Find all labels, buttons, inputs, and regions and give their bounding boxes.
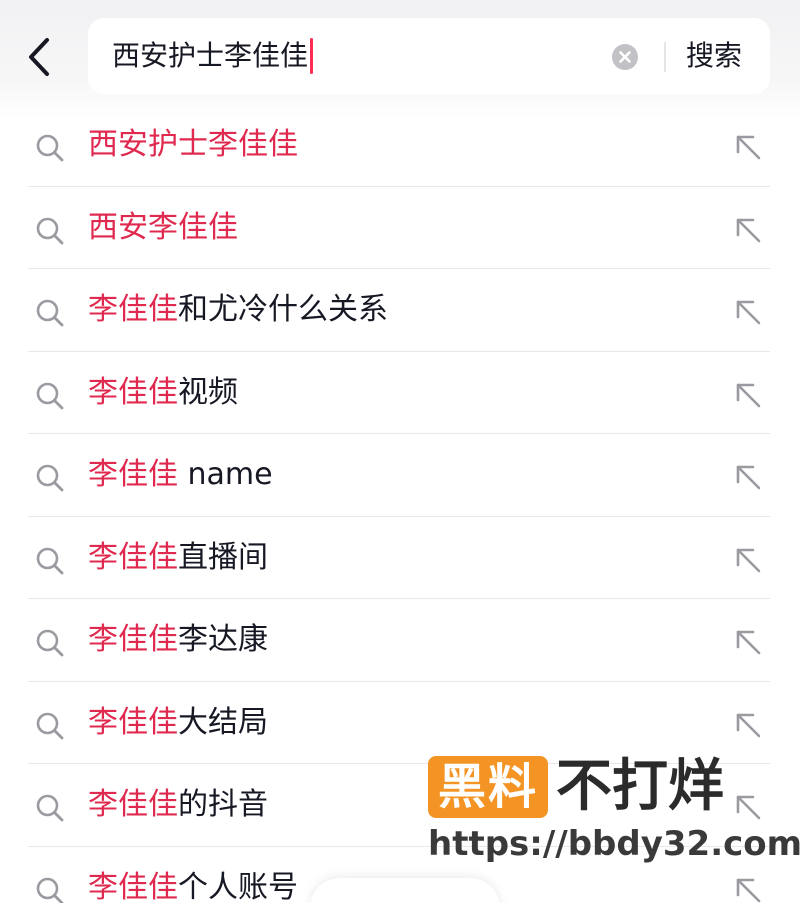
fill-query-button[interactable] xyxy=(732,874,764,903)
suggestion-rest: name xyxy=(178,457,273,492)
arrow-up-left-icon xyxy=(736,300,761,325)
arrow-up-left-icon xyxy=(736,713,761,737)
fill-query-button[interactable] xyxy=(732,709,764,741)
search-box[interactable]: 西安护士李佳佳 搜索 xyxy=(88,18,770,94)
suggestion-highlight: 李佳佳 xyxy=(88,457,178,492)
search-submit-button[interactable]: 搜索 xyxy=(686,36,742,76)
close-icon xyxy=(619,51,631,63)
suggestion-item[interactable]: 李佳佳视频 xyxy=(0,352,800,434)
suggestion-rest: 个人账号 xyxy=(178,869,298,903)
fill-query-button[interactable] xyxy=(732,544,764,576)
suggestion-rest: 的抖音 xyxy=(178,787,268,822)
suggestion-label: 李佳佳李达康 xyxy=(88,620,268,660)
chevron-left-icon xyxy=(29,38,49,76)
divider xyxy=(664,42,666,72)
bottom-floating-pill xyxy=(310,878,500,903)
suggestion-rest: 大结局 xyxy=(178,704,268,740)
fill-query-button[interactable] xyxy=(732,214,764,246)
fill-query-button[interactable] xyxy=(732,626,764,658)
suggestion-item[interactable]: 李佳佳李达康 xyxy=(0,599,800,682)
search-icon xyxy=(36,382,64,409)
arrow-up-left-icon xyxy=(736,878,761,902)
suggestion-highlight: 西安护士李佳佳 xyxy=(88,127,298,162)
suggestion-item[interactable]: 西安李佳佳 xyxy=(0,187,800,269)
search-icon xyxy=(36,134,64,162)
arrow-up-left-icon xyxy=(736,135,761,160)
suggestion-label: 李佳佳的抖音 xyxy=(88,785,268,825)
suggestion-rest: 视频 xyxy=(178,374,238,410)
suggestion-label: 西安护士李佳佳 xyxy=(88,125,298,165)
watermark-url: https://bbdy32.com xyxy=(428,824,800,864)
suggestion-rest: 李达康 xyxy=(178,622,268,657)
watermark-tagline: 不打烊 xyxy=(556,754,724,819)
top-search-bar: 西安护士李佳佳 搜索 xyxy=(0,0,800,118)
search-input[interactable]: 西安护士李佳佳 xyxy=(112,37,308,75)
search-icon xyxy=(36,547,64,574)
search-suggestion-page: 西安护士李佳佳 搜索 西安护士李佳佳 西安李佳佳 李佳佳和尤冷什么关系 李佳佳视… xyxy=(0,0,800,903)
arrow-up-left-icon xyxy=(736,218,761,242)
suggestion-highlight: 李佳佳 xyxy=(88,539,178,575)
suggestion-item[interactable]: 李佳佳和尤冷什么关系 xyxy=(0,269,800,352)
search-icon xyxy=(36,794,64,822)
suggestion-label: 李佳佳 name xyxy=(88,455,273,495)
suggestion-label: 李佳佳个人账号 xyxy=(88,868,298,903)
search-icon xyxy=(36,217,64,244)
suggestion-item[interactable]: 西安护士李佳佳 xyxy=(0,104,800,187)
suggestion-highlight: 李佳佳 xyxy=(88,622,178,657)
suggestion-highlight: 李佳佳 xyxy=(88,869,178,903)
suggestion-rest: 直播间 xyxy=(178,539,268,575)
suggestion-highlight: 李佳佳 xyxy=(88,704,178,740)
suggestion-label: 李佳佳直播间 xyxy=(88,538,268,578)
suggestion-label: 西安李佳佳 xyxy=(88,208,238,248)
search-icon xyxy=(36,712,64,739)
arrow-up-left-icon xyxy=(736,465,761,490)
clear-button[interactable] xyxy=(612,44,638,70)
arrow-up-left-icon xyxy=(736,383,761,407)
suggestion-rest: 和尤冷什么关系 xyxy=(178,292,388,327)
back-button[interactable] xyxy=(20,34,60,80)
suggestion-label: 李佳佳和尤冷什么关系 xyxy=(88,290,388,330)
text-cursor xyxy=(310,38,313,74)
search-icon xyxy=(36,464,64,492)
suggestion-highlight: 西安李佳佳 xyxy=(88,209,238,245)
watermark-badge: 黑料 xyxy=(428,756,548,818)
search-icon xyxy=(36,877,64,903)
search-icon xyxy=(36,629,64,657)
suggestion-item[interactable]: 李佳佳直播间 xyxy=(0,517,800,599)
suggestion-highlight: 李佳佳 xyxy=(88,787,178,822)
suggestion-highlight: 李佳佳 xyxy=(88,292,178,327)
fill-query-button[interactable] xyxy=(732,296,764,328)
fill-query-button[interactable] xyxy=(732,131,764,163)
fill-query-button[interactable] xyxy=(732,461,764,493)
suggestion-item[interactable]: 李佳佳 name xyxy=(0,434,800,517)
search-icon xyxy=(36,299,64,327)
suggestion-label: 李佳佳视频 xyxy=(88,373,238,413)
fill-query-button[interactable] xyxy=(732,379,764,411)
arrow-up-left-icon xyxy=(736,548,761,572)
suggestion-label: 李佳佳大结局 xyxy=(88,703,268,743)
watermark: 黑料 不打烊 https://bbdy32.com xyxy=(424,752,800,872)
arrow-up-left-icon xyxy=(736,630,761,655)
suggestion-highlight: 李佳佳 xyxy=(88,374,178,410)
